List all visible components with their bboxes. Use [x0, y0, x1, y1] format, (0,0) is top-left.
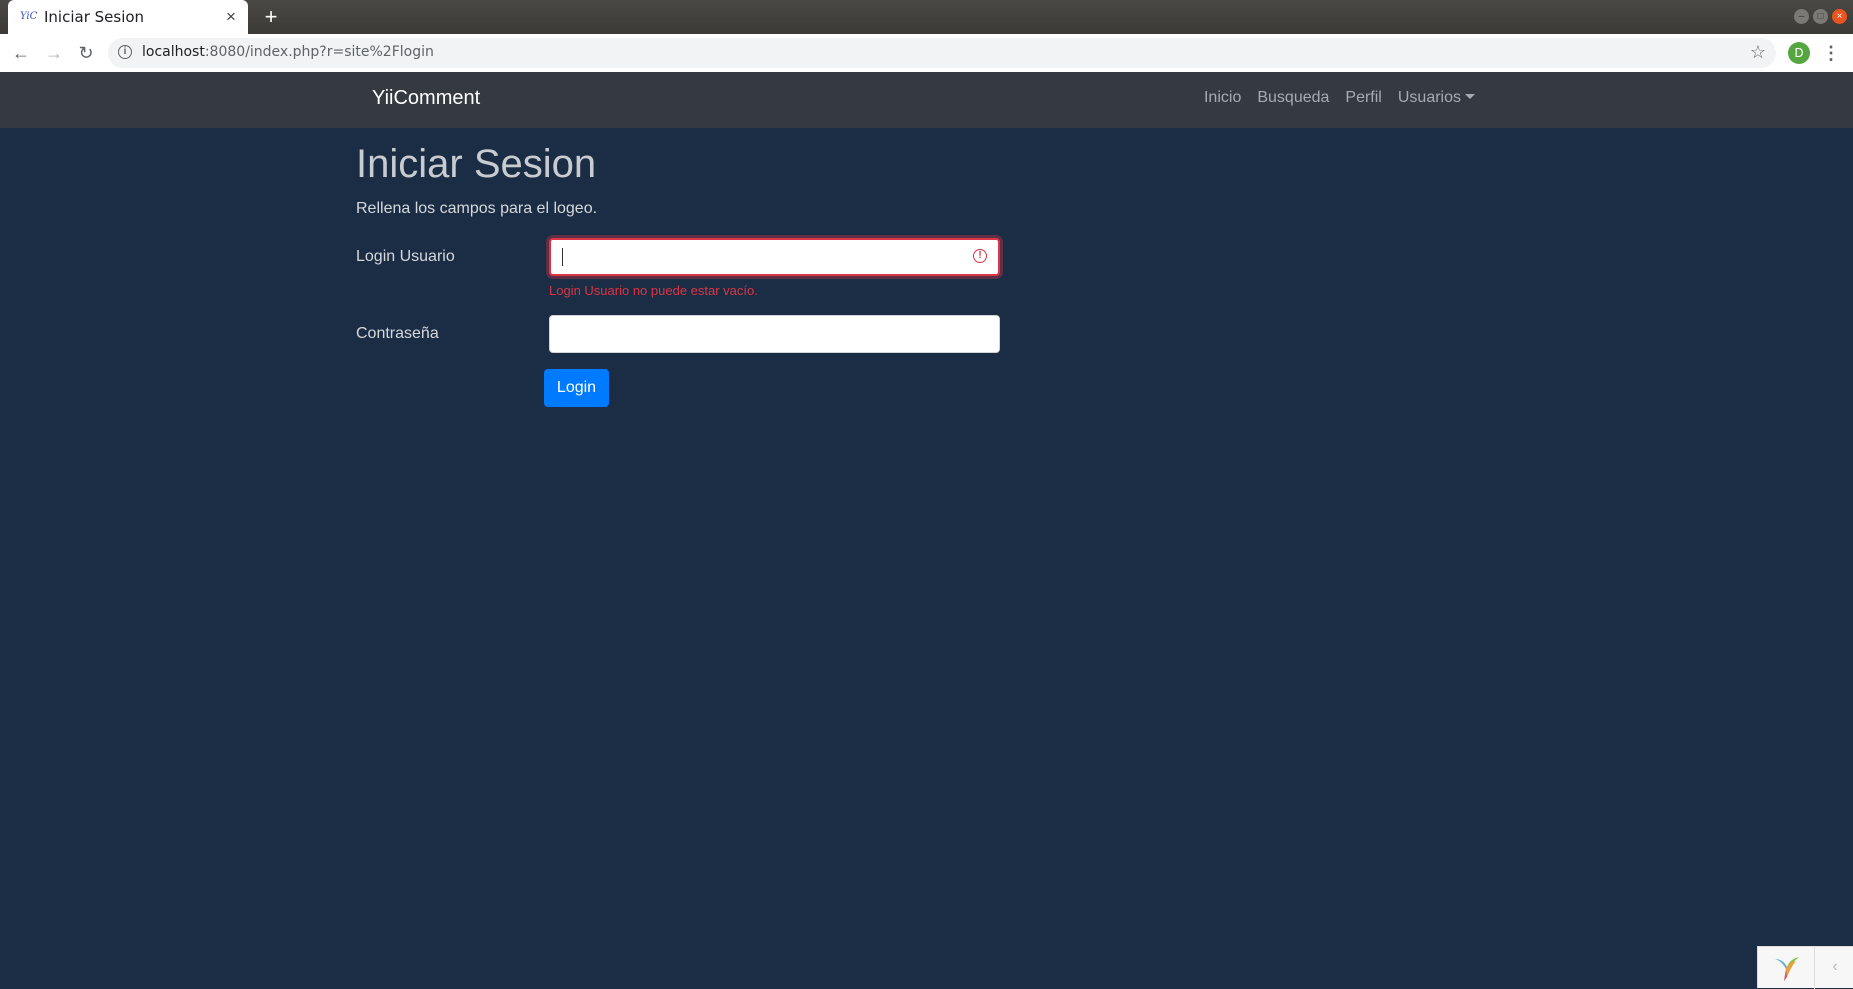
page-subtitle: Rellena los campos para el logeo. [356, 200, 598, 217]
nav-item-busqueda[interactable]: Busqueda [1257, 89, 1329, 107]
text-cursor [562, 248, 563, 266]
yii-debug-toolbar: ‹ [1757, 946, 1853, 989]
login-button[interactable]: Login [544, 369, 609, 407]
reload-icon[interactable]: ↻ [75, 42, 97, 64]
password-label: Contraseña [356, 325, 439, 342]
url-host: localhost [142, 44, 205, 60]
yii-logo-icon[interactable] [1772, 955, 1802, 983]
password-input[interactable] [549, 315, 1000, 353]
browser-toolbar: ← → ↻ i localhost:8080/index.php?r=site%… [0, 34, 1853, 73]
exclamation-circle-icon: ! [973, 249, 987, 263]
nav-item-usuarios-label: Usuarios [1397, 89, 1461, 106]
address-bar[interactable]: i localhost:8080/index.php?r=site%2Flogi… [108, 38, 1776, 68]
profile-avatar[interactable]: D [1788, 42, 1810, 64]
maximize-icon[interactable]: □ [1813, 9, 1828, 24]
username-input[interactable] [549, 238, 1000, 276]
yii-favicon-icon: YiC [20, 11, 38, 22]
nav-item-usuarios-dropdown[interactable]: Usuarios [1398, 89, 1475, 107]
site-navbar: YiiComment Inicio Busqueda Perfil Usuari… [0, 72, 1853, 128]
username-error-message: Login Usuario no puede estar vacío. [549, 283, 758, 298]
window-controls: – □ × [1794, 9, 1847, 24]
new-tab-icon[interactable]: + [260, 6, 282, 28]
info-icon[interactable]: i [118, 45, 132, 59]
close-window-icon[interactable]: × [1832, 9, 1847, 24]
browser-tab[interactable]: YiC Iniciar Sesion × [8, 0, 248, 34]
browser-tabstrip: YiC Iniciar Sesion × + – □ × [0, 0, 1853, 34]
page-title: Iniciar Sesion [356, 142, 597, 186]
minimize-icon[interactable]: – [1794, 9, 1809, 24]
tab-close-icon[interactable]: × [222, 8, 240, 26]
forward-arrow-icon[interactable]: → [43, 42, 65, 64]
url-text: localhost:8080/index.php?r=site%2Flogin [142, 44, 434, 60]
nav-item-perfil[interactable]: Perfil [1345, 89, 1381, 107]
caret-down-icon [1465, 94, 1475, 99]
kebab-menu-icon[interactable]: ⋮ [1822, 42, 1840, 64]
nav-links: Inicio Busqueda Perfil Usuarios [1204, 89, 1475, 107]
tab-title: Iniciar Sesion [44, 8, 145, 26]
chevron-left-icon[interactable]: ‹ [1814, 947, 1853, 989]
back-arrow-icon[interactable]: ← [10, 42, 32, 64]
nav-item-inicio[interactable]: Inicio [1204, 89, 1241, 107]
bookmark-star-icon[interactable]: ☆ [1750, 42, 1766, 63]
username-label: Login Usuario [356, 248, 455, 265]
url-path: :8080/index.php?r=site%2Flogin [204, 44, 434, 60]
brand-link[interactable]: YiiComment [372, 87, 480, 110]
